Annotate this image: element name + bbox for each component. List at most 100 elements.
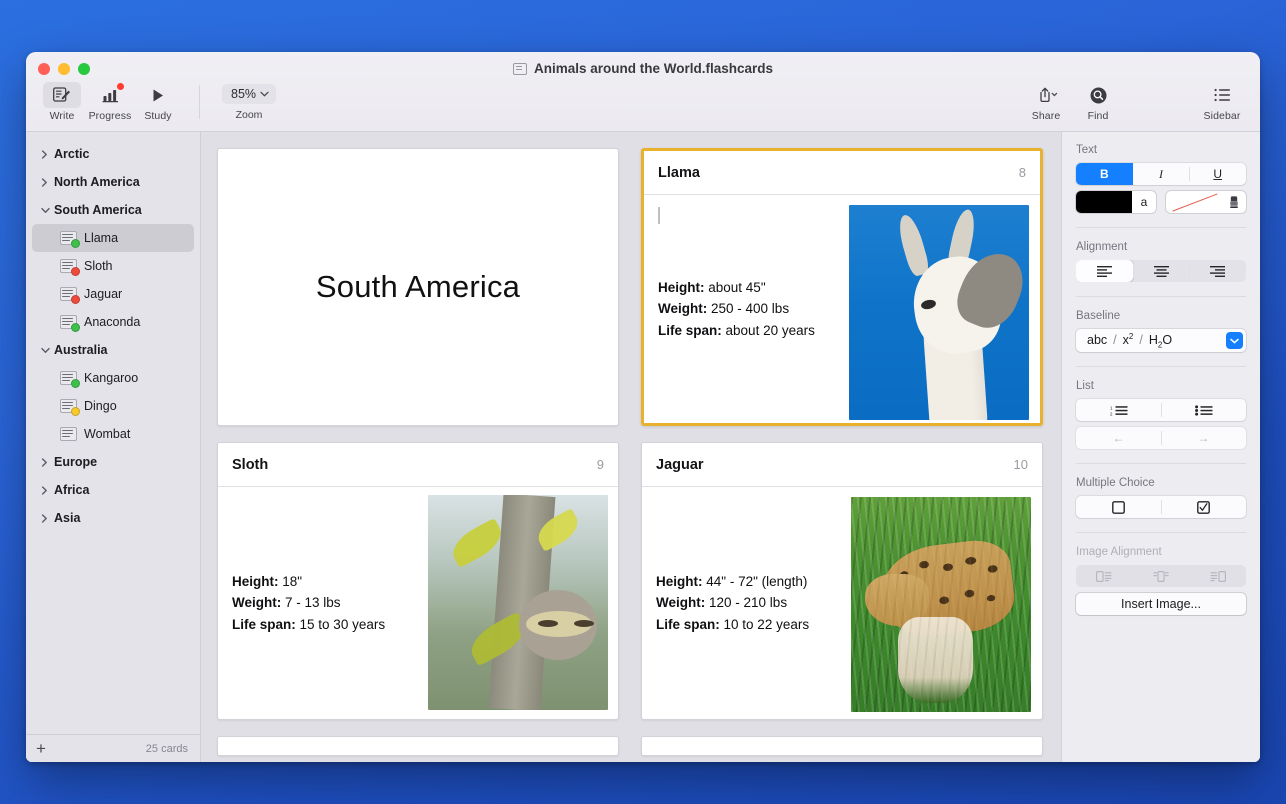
- toolbar-write-button[interactable]: Write: [38, 82, 86, 122]
- sidebar-item-jaguar[interactable]: Jaguar: [32, 280, 194, 308]
- text-style-segmented-control[interactable]: B I U: [1076, 163, 1246, 185]
- no-highlight-swatch[interactable]: [1166, 191, 1222, 213]
- card-fact-row: Life span: about 20 years: [658, 320, 815, 341]
- sidebar-item-south-america[interactable]: South America: [32, 196, 194, 224]
- card-fact-label: Weight:: [658, 301, 707, 316]
- baseline-superscript-option[interactable]: x2: [1123, 332, 1134, 347]
- toolbar-progress-button[interactable]: Progress: [86, 82, 134, 122]
- indent-button[interactable]: →: [1161, 427, 1246, 449]
- alignment-segmented-control[interactable]: [1076, 260, 1246, 282]
- sidebar-item-dingo[interactable]: Dingo: [32, 392, 194, 420]
- sidebar-item-australia[interactable]: Australia: [32, 336, 194, 364]
- chevron-right-icon[interactable]: [41, 150, 54, 159]
- sidebar-item-arctic[interactable]: Arctic: [32, 140, 194, 168]
- card-facts[interactable]: Height: about 45"Weight: 250 - 400 lbsLi…: [658, 277, 815, 341]
- add-card-button[interactable]: +: [36, 740, 46, 757]
- sidebar-item-wombat[interactable]: Wombat: [32, 420, 194, 448]
- toolbar-find-label: Find: [1088, 110, 1109, 122]
- card-count-label: 25 cards: [146, 743, 188, 755]
- sidebar-item-sloth[interactable]: Sloth: [32, 252, 194, 280]
- card-facts[interactable]: Height: 44" - 72" (length)Weight: 120 - …: [656, 571, 809, 635]
- italic-button[interactable]: I: [1133, 163, 1190, 185]
- card-name[interactable]: Sloth: [232, 457, 268, 473]
- sloth-photo[interactable]: [428, 495, 608, 710]
- font-color-swatch[interactable]: [1076, 191, 1132, 213]
- write-icon: [43, 82, 81, 108]
- flashcard-partial[interactable]: [217, 736, 619, 756]
- checkbox-checked-icon[interactable]: [1161, 496, 1246, 518]
- chevron-down-icon[interactable]: [41, 347, 54, 354]
- flashcard[interactable]: Sloth9Height: 18"Weight: 7 - 13 lbsLife …: [217, 442, 619, 720]
- numbered-list-icon[interactable]: 1 2: [1076, 399, 1161, 421]
- image-center-icon: [1133, 565, 1190, 587]
- sidebar-item-north-america[interactable]: North America: [32, 168, 194, 196]
- card-body[interactable]: Height: about 45"Weight: 250 - 400 lbsLi…: [644, 195, 1040, 423]
- card-body[interactable]: Height: 44" - 72" (length)Weight: 120 - …: [642, 487, 1042, 719]
- chevron-right-icon[interactable]: [41, 514, 54, 523]
- llama-photo[interactable]: [849, 205, 1029, 420]
- insert-image-button[interactable]: Insert Image...: [1076, 593, 1246, 615]
- highlighter-pen-icon[interactable]: [1222, 191, 1246, 213]
- checkbox-empty-icon[interactable]: [1076, 496, 1161, 518]
- play-icon: [139, 82, 177, 108]
- chevron-down-icon: [260, 91, 269, 97]
- toolbar-sidebar-button[interactable]: Sidebar: [1194, 82, 1250, 122]
- toolbar-share-button[interactable]: Share: [1022, 82, 1070, 122]
- card-name[interactable]: Llama: [658, 165, 700, 181]
- flashcard-partial[interactable]: [641, 736, 1043, 756]
- chevron-right-icon[interactable]: [41, 178, 54, 187]
- baseline-popup-button[interactable]: abc / x2 / H2O: [1076, 329, 1246, 352]
- card-body[interactable]: Height: 18"Weight: 7 - 13 lbsLife span: …: [218, 487, 618, 719]
- list-type-segmented-control[interactable]: 1 2: [1076, 399, 1246, 421]
- bold-button[interactable]: B: [1076, 163, 1133, 185]
- highlight-color-control[interactable]: [1166, 191, 1246, 213]
- jaguar-photo[interactable]: [851, 497, 1031, 712]
- align-center-icon[interactable]: [1133, 260, 1190, 282]
- chevron-down-icon[interactable]: [1226, 332, 1243, 349]
- sidebar-item-kangaroo[interactable]: Kangaroo: [32, 364, 194, 392]
- baseline-normal-option[interactable]: abc: [1087, 333, 1107, 347]
- multiple-choice-segmented-control[interactable]: [1076, 496, 1246, 518]
- card-title-text: South America: [316, 269, 520, 305]
- sidebar-item-asia[interactable]: Asia: [32, 504, 194, 532]
- sidebar-item-llama[interactable]: Llama: [32, 224, 194, 252]
- toolbar-divider-1: [199, 85, 200, 119]
- inspector-list-section: List 1 2: [1076, 380, 1246, 449]
- app-window: Animals around the World.flashcards: [26, 52, 1260, 762]
- list-indent-segmented-control[interactable]: ← →: [1076, 427, 1246, 449]
- toolbar-study-button[interactable]: Study: [134, 82, 182, 122]
- card-fact-value: 120 - 210 lbs: [709, 595, 787, 610]
- progress-badge-dot: [117, 83, 124, 90]
- window-title-bar-text: Animals around the World.flashcards: [26, 61, 1260, 76]
- sidebar-item-anaconda[interactable]: Anaconda: [32, 308, 194, 336]
- card-canvas[interactable]: South America Llama8Height: about 45"Weig…: [201, 132, 1061, 762]
- flashcard[interactable]: Llama8Height: about 45"Weight: 250 - 400…: [641, 148, 1043, 426]
- card-name[interactable]: Jaguar: [656, 457, 704, 473]
- zoom-value: 85%: [231, 87, 256, 101]
- bulleted-list-icon[interactable]: [1161, 399, 1246, 421]
- underline-button[interactable]: U: [1189, 163, 1246, 185]
- toolbar: Write Progress: [26, 82, 1260, 130]
- align-left-icon[interactable]: [1076, 260, 1133, 282]
- font-color-control[interactable]: a: [1076, 191, 1156, 213]
- sidebar-item-europe[interactable]: Europe: [32, 448, 194, 476]
- card-fact-label: Weight:: [232, 595, 281, 610]
- flashcard[interactable]: Jaguar10Height: 44" - 72" (length)Weight…: [641, 442, 1043, 720]
- font-color-label[interactable]: a: [1132, 191, 1156, 213]
- card-fact-label: Life span:: [658, 323, 722, 338]
- window-body: ArcticNorth AmericaSouth AmericaLlamaSlo…: [26, 132, 1260, 762]
- zoom-dropdown[interactable]: 85%: [222, 84, 276, 104]
- chevron-down-icon[interactable]: [41, 207, 54, 214]
- title-card[interactable]: South America: [217, 148, 619, 426]
- outdent-button[interactable]: ←: [1076, 427, 1161, 449]
- align-right-icon[interactable]: [1189, 260, 1246, 282]
- chevron-right-icon[interactable]: [41, 486, 54, 495]
- card-facts[interactable]: Height: 18"Weight: 7 - 13 lbsLife span: …: [232, 571, 385, 635]
- inspector-divider-4: [1076, 463, 1246, 464]
- toolbar-study-label: Study: [144, 110, 171, 122]
- sidebar-item-africa[interactable]: Africa: [32, 476, 194, 504]
- baseline-subscript-option[interactable]: H2O: [1149, 333, 1172, 350]
- toolbar-find-button[interactable]: Find: [1074, 82, 1122, 122]
- card-fact-value: 10 to 22 years: [724, 617, 810, 632]
- chevron-right-icon[interactable]: [41, 458, 54, 467]
